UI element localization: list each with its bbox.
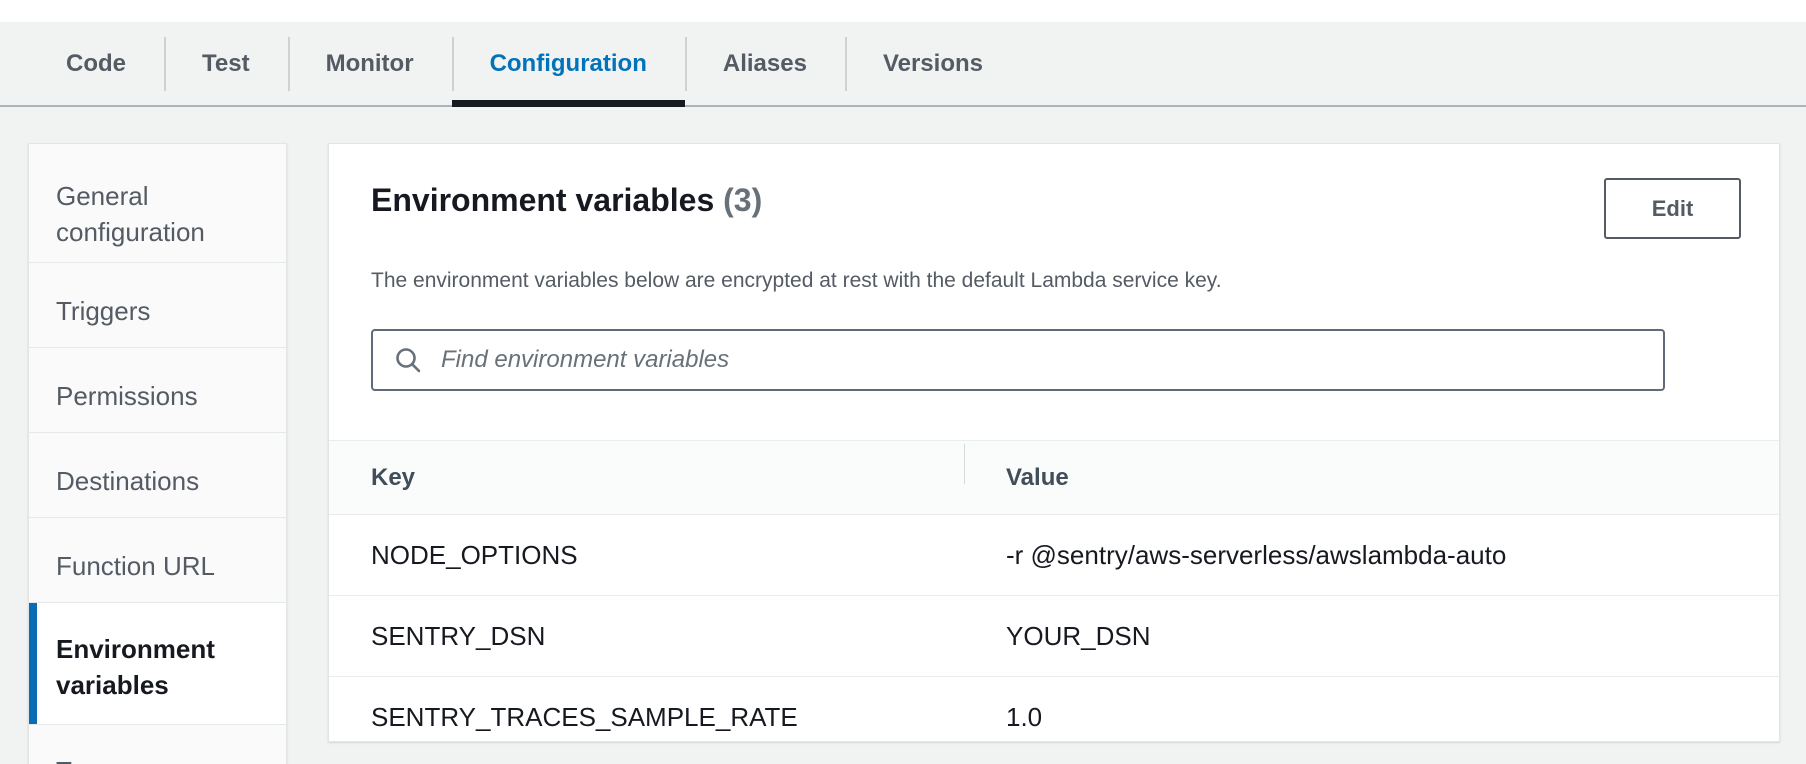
env-var-key: SENTRY_DSN xyxy=(329,621,964,652)
environment-variables-table: Key Value NODE_OPTIONS -r @sentry/aws-se… xyxy=(329,440,1779,742)
table-row: SENTRY_DSN YOUR_DSN xyxy=(329,596,1779,677)
sidebar-item-permissions[interactable]: Permissions xyxy=(29,348,286,433)
tab-configuration[interactable]: Configuration xyxy=(452,22,685,105)
panel-description: The environment variables below are encr… xyxy=(371,267,1737,295)
search-input[interactable] xyxy=(439,330,1643,390)
configuration-sidenav: General configuration Triggers Permissio… xyxy=(28,143,287,764)
edit-button[interactable]: Edit xyxy=(1604,178,1741,239)
magnifier-icon xyxy=(393,345,423,375)
tab-versions[interactable]: Versions xyxy=(845,22,1021,105)
sidebar-item-triggers[interactable]: Triggers xyxy=(29,263,286,348)
panel-header: Environment variables (3) Edit xyxy=(329,144,1779,239)
tab-monitor[interactable]: Monitor xyxy=(288,22,452,105)
environment-variables-panel: Environment variables (3) Edit The envir… xyxy=(328,143,1780,742)
env-var-value: 1.0 xyxy=(964,702,1779,733)
env-var-value: -r @sentry/aws-serverless/awslambda-auto xyxy=(964,540,1779,571)
table-row: NODE_OPTIONS -r @sentry/aws-serverless/a… xyxy=(329,515,1779,596)
column-header-key: Key xyxy=(329,464,964,492)
function-tabs: Code Test Monitor Configuration Aliases … xyxy=(0,22,1806,107)
env-var-key: SENTRY_TRACES_SAMPLE_RATE xyxy=(329,702,964,733)
table-row: SENTRY_TRACES_SAMPLE_RATE 1.0 xyxy=(329,677,1779,742)
tab-test[interactable]: Test xyxy=(164,22,288,105)
sidebar-item-tags[interactable]: Tags xyxy=(29,725,286,764)
panel-count: (3) xyxy=(723,182,762,218)
tab-aliases[interactable]: Aliases xyxy=(685,22,845,105)
search-filter[interactable] xyxy=(371,329,1665,391)
sidebar-item-general-configuration[interactable]: General configuration xyxy=(29,144,286,263)
window-top-strip xyxy=(0,0,1806,22)
sidebar-item-function-url[interactable]: Function URL xyxy=(29,518,286,603)
column-header-value: Value xyxy=(964,464,1779,492)
table-header-row: Key Value xyxy=(329,440,1779,515)
env-var-value: YOUR_DSN xyxy=(964,621,1779,652)
tab-code[interactable]: Code xyxy=(28,22,164,105)
configuration-content: General configuration Triggers Permissio… xyxy=(0,107,1806,764)
panel-title: Environment variables (3) xyxy=(371,178,762,222)
sidebar-item-environment-variables[interactable]: Environment variables xyxy=(29,603,286,725)
sidebar-item-destinations[interactable]: Destinations xyxy=(29,433,286,518)
env-var-key: NODE_OPTIONS xyxy=(329,540,964,571)
panel-title-text: Environment variables xyxy=(371,182,714,218)
